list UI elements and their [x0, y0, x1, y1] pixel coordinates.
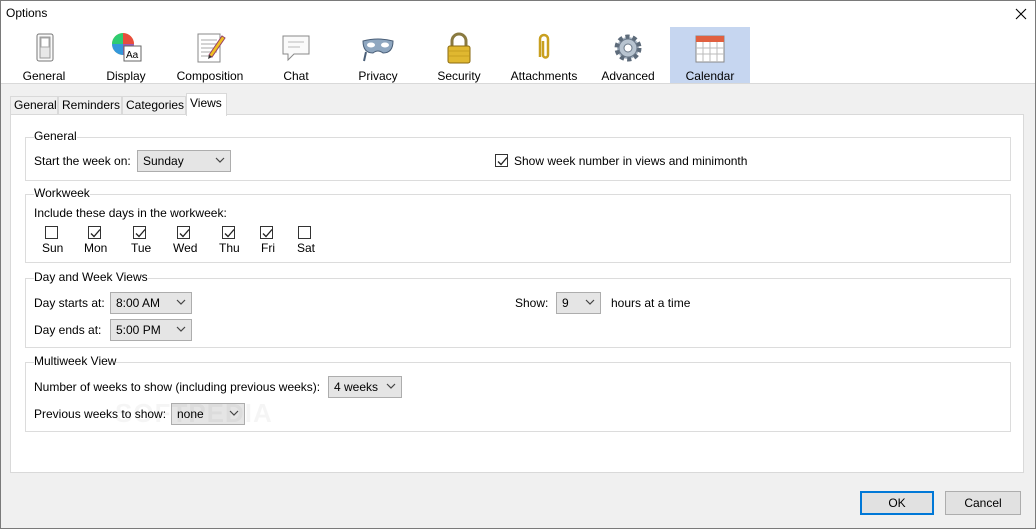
speech-bubble-icon	[282, 35, 310, 62]
day-starts-select[interactable]: 8:00 AM	[110, 292, 192, 314]
day-label-fri: Fri	[261, 241, 275, 255]
tab-categories[interactable]: Categories	[122, 96, 186, 115]
toolbar-label: Composition	[176, 69, 244, 83]
cancel-button[interactable]: Cancel	[945, 491, 1021, 515]
padlock-icon	[447, 32, 471, 64]
day-label-thu: Thu	[219, 241, 240, 255]
day-starts-label: Day starts at:	[34, 296, 105, 310]
checkmark-icon	[90, 229, 101, 238]
tab-general[interactable]: General	[10, 96, 58, 115]
day-week-views-group: Day and Week Views Day starts at: 8:00 A…	[25, 270, 1011, 348]
toolbar-label: Advanced	[601, 69, 655, 83]
start-week-label: Start the week on:	[34, 154, 131, 168]
toolbar-label: Attachments	[510, 69, 578, 83]
day-label-wed: Wed	[173, 241, 198, 255]
start-week-select[interactable]: Sunday	[137, 150, 231, 172]
day-starts-value: 8:00 AM	[116, 296, 161, 310]
toolbar-privacy[interactable]: Privacy	[353, 27, 403, 83]
chevron-down-icon	[585, 299, 595, 305]
weeks-to-show-value: 4 weeks	[334, 380, 379, 394]
tab-views[interactable]: Views	[186, 93, 227, 116]
tab-reminders[interactable]: Reminders	[58, 96, 122, 115]
options-window: Options General Aa Display Composition C…	[0, 0, 1036, 529]
day-checkbox-wed[interactable]	[177, 226, 190, 239]
chevron-down-icon	[215, 157, 225, 163]
group-title: General	[34, 129, 77, 143]
chevron-down-icon	[386, 383, 396, 389]
start-week-value: Sunday	[143, 154, 184, 168]
toolbar-label: Display	[106, 69, 146, 83]
toolbar-general[interactable]: General	[17, 27, 71, 83]
day-label-sun: Sun	[42, 241, 64, 255]
toolbar-advanced[interactable]: Advanced	[599, 27, 657, 83]
close-button[interactable]	[1007, 1, 1035, 27]
toolbar-chat[interactable]: Chat	[273, 27, 319, 83]
toolbar-security[interactable]: Security	[433, 27, 485, 83]
day-checkbox-sun[interactable]	[45, 226, 58, 239]
group-title: Multiweek View	[34, 354, 117, 368]
color-wheel-font-icon: Aa	[112, 33, 142, 62]
toolbar-display[interactable]: Aa Display	[101, 27, 151, 83]
toolbar-label: Privacy	[358, 69, 398, 83]
show-hours-label: Show:	[515, 296, 549, 310]
show-hours-select[interactable]: 9	[556, 292, 601, 314]
close-icon	[1015, 8, 1027, 20]
mask-icon	[362, 38, 394, 62]
checkmark-icon	[497, 157, 508, 166]
chevron-down-icon	[176, 299, 186, 305]
toolbar-attachments[interactable]: Attachments	[507, 27, 581, 83]
toolbar-label: Chat	[283, 69, 309, 83]
switch-icon	[36, 33, 54, 62]
group-title: Workweek	[34, 186, 90, 200]
show-week-number-checkbox[interactable]	[495, 154, 508, 167]
gear-icon	[614, 34, 642, 62]
chevron-down-icon	[176, 326, 186, 332]
day-label-sat: Sat	[297, 241, 316, 255]
toolbar-calendar[interactable]: Calendar	[670, 27, 750, 83]
checkmark-icon	[179, 229, 190, 238]
toolbar-label: Calendar	[685, 69, 735, 83]
day-label-tue: Tue	[131, 241, 152, 255]
toolbar-composition[interactable]: Composition	[173, 27, 247, 83]
show-week-number-label: Show week number in views and minimonth	[514, 154, 748, 168]
group-title: Day and Week Views	[34, 270, 148, 284]
toolbar-label: General	[22, 69, 66, 83]
paperclip-icon	[538, 33, 550, 59]
day-ends-value: 5:00 PM	[116, 323, 161, 337]
toolbar-label: Security	[437, 69, 481, 83]
checkmark-icon	[224, 229, 235, 238]
day-checkbox-mon[interactable]	[88, 226, 101, 239]
category-toolbar: General Aa Display Composition Chat Priv…	[1, 27, 1035, 84]
weeks-to-show-select[interactable]: 4 weeks	[328, 376, 402, 398]
day-checkbox-fri[interactable]	[260, 226, 273, 239]
watermark: SOFTPEDIA	[115, 398, 273, 429]
hours-at-a-time-label: hours at a time	[611, 296, 691, 310]
general-group: General Start the week on: Sunday Show w…	[25, 129, 1011, 181]
title-bar: Options	[1, 1, 1035, 27]
day-ends-select[interactable]: 5:00 PM	[110, 319, 192, 341]
day-checkbox-sat[interactable]	[298, 226, 311, 239]
weeks-to-show-label: Number of weeks to show (including previ…	[34, 380, 321, 394]
notepad-pen-icon	[197, 33, 226, 63]
calendar-icon	[695, 35, 725, 63]
show-hours-value: 9	[562, 296, 569, 310]
include-days-label: Include these days in the workweek:	[34, 206, 227, 220]
window-title: Options	[6, 6, 48, 20]
day-ends-label: Day ends at:	[34, 323, 102, 337]
ok-button[interactable]: OK	[860, 491, 934, 515]
day-checkbox-thu[interactable]	[222, 226, 235, 239]
checkmark-icon	[262, 229, 273, 238]
day-label-mon: Mon	[84, 241, 108, 255]
day-checkbox-tue[interactable]	[133, 226, 146, 239]
checkmark-icon	[135, 229, 146, 238]
workweek-group: Workweek Include these days in the workw…	[25, 186, 1011, 263]
svg-text:Aa: Aa	[126, 50, 139, 61]
